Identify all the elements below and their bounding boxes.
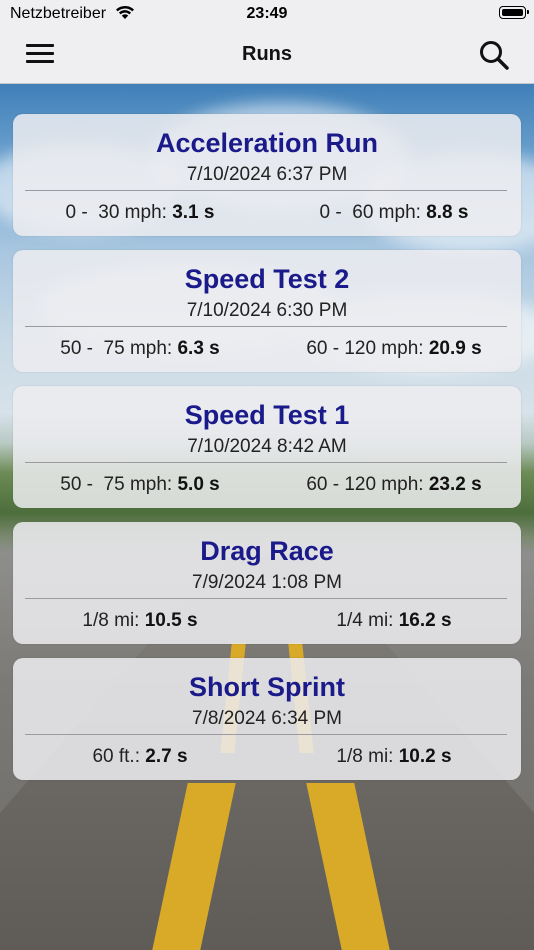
metric-right: 1/4 mi: 16.2 s [267, 610, 521, 632]
metric-value: 23.2 s [428, 474, 482, 495]
run-card[interactable]: Short Sprint 7/8/2024 6:34 PM 60 ft.: 2.… [13, 658, 521, 780]
battery-icon [499, 6, 529, 19]
metric-label: 1/8 mi: [336, 746, 394, 767]
divider [25, 598, 507, 599]
page-title: Runs [242, 43, 292, 65]
metric-label: 50 - 75 mph: [60, 338, 173, 359]
divider [25, 190, 507, 191]
metric-left: 50 - 75 mph: 6.3 s [13, 338, 267, 360]
metric-value: 20.9 s [428, 338, 482, 359]
metric-right: 60 - 120 mph: 23.2 s [267, 474, 521, 496]
search-icon[interactable] [478, 39, 510, 71]
run-date: 7/8/2024 6:34 PM [192, 708, 342, 729]
metric-label: 60 - 120 mph: [306, 338, 424, 359]
metric-left: 50 - 75 mph: 5.0 s [13, 474, 267, 496]
metric-value: 16.2 s [398, 610, 452, 631]
metric-left: 0 - 30 mph: 3.1 s [13, 202, 267, 224]
metric-label: 1/4 mi: [336, 610, 394, 631]
run-card[interactable]: Speed Test 1 7/10/2024 8:42 AM 50 - 75 m… [13, 386, 521, 508]
run-card[interactable]: Speed Test 2 7/10/2024 6:30 PM 50 - 75 m… [13, 250, 521, 372]
metric-label: 0 - 30 mph: [65, 202, 167, 223]
metric-label: 60 - 120 mph: [306, 474, 424, 495]
divider [25, 326, 507, 327]
run-date: 7/10/2024 8:42 AM [187, 436, 347, 457]
metric-label: 50 - 75 mph: [60, 474, 173, 495]
metric-label: 1/8 mi: [82, 610, 140, 631]
metric-right: 1/8 mi: 10.2 s [267, 746, 521, 768]
run-title: Acceleration Run [155, 128, 379, 158]
metric-value: 2.7 s [145, 746, 188, 767]
navigation-bar: Runs [0, 28, 534, 84]
metric-value: 3.1 s [172, 202, 215, 223]
clock: 23:49 [246, 5, 288, 22]
run-date: 7/10/2024 6:30 PM [186, 300, 348, 321]
metric-right: 60 - 120 mph: 20.9 s [267, 338, 521, 360]
divider [25, 462, 507, 463]
metric-right: 0 - 60 mph: 8.8 s [267, 202, 521, 224]
run-card[interactable]: Drag Race 7/9/2024 1:08 PM 1/8 mi: 10.5 … [13, 522, 521, 644]
divider [25, 734, 507, 735]
metric-value: 10.5 s [144, 610, 198, 631]
metric-value: 8.8 s [426, 202, 469, 223]
run-date: 7/9/2024 1:08 PM [192, 572, 342, 593]
run-title: Short Sprint [189, 672, 345, 702]
metric-value: 5.0 s [177, 474, 220, 495]
run-title: Speed Test 2 [184, 264, 350, 294]
run-date: 7/10/2024 6:37 PM [186, 164, 348, 185]
metric-value: 10.2 s [398, 746, 452, 767]
metric-label: 0 - 60 mph: [319, 202, 421, 223]
status-bar: Netzbetreiber 23:49 [0, 0, 534, 28]
metric-label: 60 ft.: [92, 746, 140, 767]
run-title: Drag Race [200, 536, 334, 566]
metric-value: 6.3 s [177, 338, 220, 359]
metric-left: 60 ft.: 2.7 s [13, 746, 267, 768]
metric-left: 1/8 mi: 10.5 s [13, 610, 267, 632]
run-title: Speed Test 1 [184, 400, 350, 430]
run-card[interactable]: Acceleration Run 7/10/2024 6:37 PM 0 - 3… [13, 114, 521, 236]
